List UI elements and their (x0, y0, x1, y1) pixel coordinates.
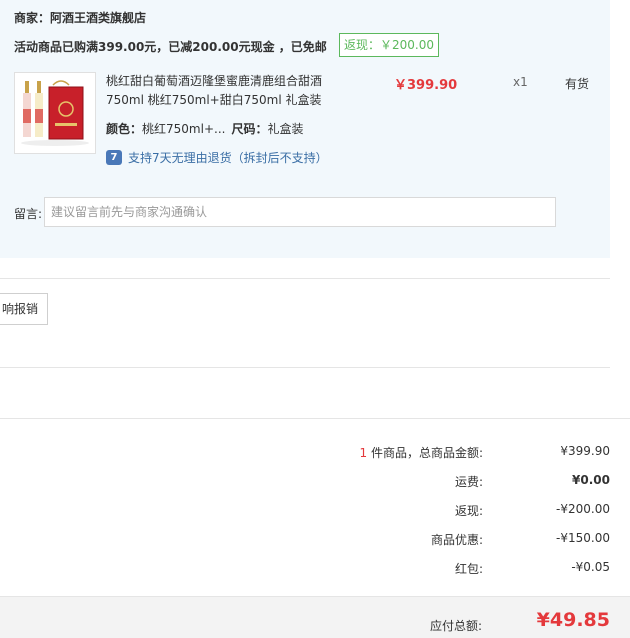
goods-count: 1 (359, 446, 368, 460)
total-payable-bar: 应付总额: ¥49.85 (0, 596, 630, 638)
promo-text: 活动商品已购满399.00元，已减200.00元现金 ，已免邮 (14, 40, 327, 54)
summary-rebate: 返现: -¥200.00 (290, 502, 610, 522)
product-title[interactable]: 桃红甜白葡萄酒迈隆堡蜜鹿清鹿组合甜酒750ml 桃红750ml+甜白750ml … (106, 72, 334, 110)
merchant-label: 商家： (14, 11, 51, 25)
product-price: ￥399.90 (394, 78, 458, 93)
shop-order-panel: 商家：阿酒王酒类旗舰店 活动商品已购满399.00元，已减200.00元现金 ，… (0, 0, 610, 258)
invoice-reimburse-button[interactable]: 响报销 (0, 293, 48, 325)
return-badge-icon: 7 (106, 150, 122, 165)
wine-gift-set-image (15, 73, 95, 153)
product-attributes: 颜色：桃红750ml+... 尺码：礼盒装 (106, 120, 303, 137)
rebate-label: 返现: (454, 504, 483, 518)
stock-status: 有货 (565, 77, 590, 91)
total-label: 应付总额: (429, 619, 482, 633)
message-label: 留言: (14, 207, 43, 221)
rebate-badge: 返现：￥200.00 (339, 33, 439, 57)
redpacket-label: 红包: (454, 562, 483, 576)
summary-redpacket: 红包: -¥0.05 (290, 560, 610, 580)
goods-total-value: ¥399.90 (560, 444, 610, 458)
divider (0, 278, 610, 279)
total-value: ¥49.85 (536, 609, 610, 631)
merchant-name[interactable]: 阿酒王酒类旗舰店 (50, 11, 146, 25)
summary-goods-total: 1 件商品，总商品金额: ¥399.90 (290, 444, 611, 464)
color-value: 桃红750ml+... (142, 122, 226, 136)
color-label: 颜色： (106, 122, 143, 136)
shipping-label: 运费: (454, 475, 483, 489)
size-value: 礼盒装 (267, 122, 304, 136)
summary-shipping: 运费: ¥0.00 (290, 473, 610, 493)
shipping-value: ¥0.00 (572, 473, 610, 487)
merchant-row: 商家：阿酒王酒类旗舰店 (14, 9, 146, 26)
discount-label: 商品优惠: (430, 533, 483, 547)
product-quantity: x1 (513, 75, 528, 89)
divider (0, 418, 630, 419)
discount-value: -¥150.00 (556, 531, 610, 545)
message-input[interactable] (44, 197, 556, 227)
goods-count-label: 1 件商品，总商品金额: (360, 444, 484, 461)
return-policy-text: 支持7天无理由退货（拆封后不支持） (128, 151, 328, 165)
rebate-value: -¥200.00 (556, 502, 610, 516)
size-label: 尺码： (231, 122, 268, 136)
divider (0, 367, 610, 368)
redpacket-value: -¥0.05 (571, 560, 610, 574)
return-policy[interactable]: 7 支持7天无理由退货（拆封后不支持） (106, 149, 328, 166)
summary-discount: 商品优惠: -¥150.00 (290, 531, 610, 551)
goods-count-suffix: 件商品，总商品金额: (367, 446, 483, 460)
product-image[interactable] (14, 72, 96, 154)
